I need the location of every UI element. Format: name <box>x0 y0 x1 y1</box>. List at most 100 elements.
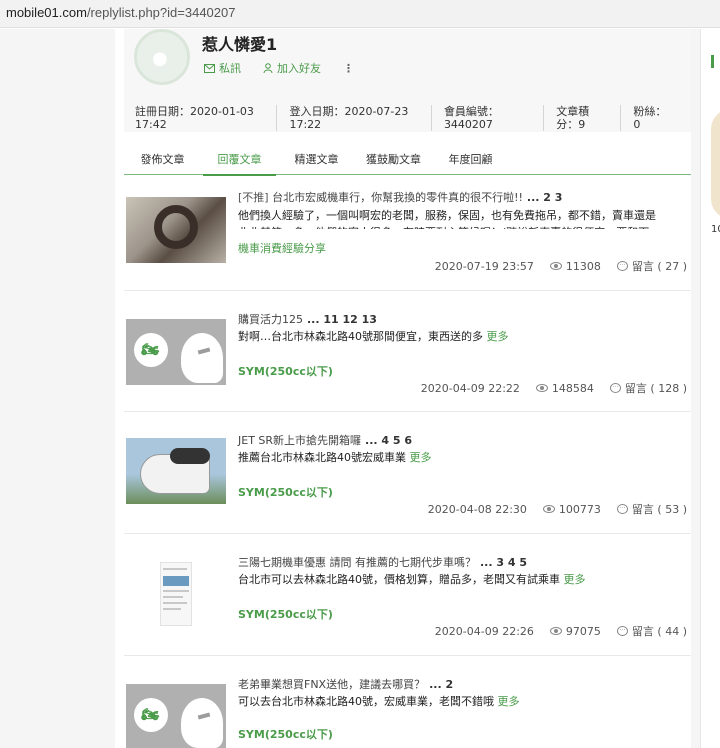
avatar[interactable]: ● <box>134 29 190 85</box>
post-title[interactable]: 購買活力125 ... 11 12 13 <box>238 311 377 327</box>
post-views: 97075 <box>549 624 601 638</box>
post-title[interactable]: 三陽七期機車優惠 請問 有推薦的七期代步車嗎？ ... 3 4 5 <box>238 554 527 570</box>
post-category[interactable]: SYM(250cc以下) <box>238 484 333 500</box>
post-thumbnail[interactable]: 🏍 <box>126 684 226 748</box>
post-views-count: 148584 <box>551 381 594 395</box>
post-category[interactable]: 機車消費經驗分享 <box>238 240 326 256</box>
post-thumbnail[interactable]: 🏍 <box>126 319 226 385</box>
post-title-text: 台北市宏威機車行，你幫我換的零件真的很不行啦!! <box>272 191 523 204</box>
tab-encouraged[interactable]: 獲鼓勵文章 <box>355 147 432 175</box>
tab-replies[interactable]: 回覆文章 <box>201 147 278 176</box>
post-title-text: 三陽七期機車優惠 請問 有推薦的七期代步車嗎？ <box>238 556 476 569</box>
stat-points: 文章積分：9 <box>556 105 622 131</box>
post-meta: 2020-04-09 22:26 97075 ··· 留言 ( 44 ) <box>435 623 687 639</box>
thumbnail-image <box>154 205 198 249</box>
mail-icon <box>204 63 215 73</box>
stat-registered: 註冊日期：2020-01-03 17:42 <box>135 105 278 131</box>
left-gutter <box>0 29 115 748</box>
profile-stats: 註冊日期：2020-01-03 17:42 登入日期：2020-07-23 17… <box>135 105 691 131</box>
post-replies[interactable]: ··· 留言 ( 53 ) <box>616 501 687 517</box>
thumbnail-line <box>163 568 187 570</box>
post-title[interactable]: [不推] 台北市宏威機車行，你幫我換的零件真的很不行啦!! ... 2 3 <box>238 189 562 205</box>
profile-actions: 私訊 加入好友 ⋮ <box>204 60 354 76</box>
post-thumbnail[interactable] <box>126 560 226 626</box>
post-pages[interactable]: ... 4 5 6 <box>365 434 412 447</box>
eye-icon <box>542 505 555 513</box>
post-views: 100773 <box>542 502 601 516</box>
more-link[interactable]: 更多 <box>410 451 432 464</box>
tab-yearly-review[interactable]: 年度回顧 <box>432 147 509 175</box>
placeholder-figure <box>181 698 223 748</box>
post-views-count: 100773 <box>558 502 601 516</box>
post-pages[interactable]: ... 2 3 <box>527 191 563 204</box>
post-snippet: 可以去台北市林森北路40號，宏威車業，老闆不錯哦 更多 <box>238 693 658 710</box>
post-date: 2020-04-09 22:26 <box>434 624 534 638</box>
message-button[interactable]: 私訊 <box>204 60 241 76</box>
right-sidebar-card[interactable]: 10 <box>700 29 720 748</box>
post-views: 148584 <box>535 381 594 395</box>
list-item[interactable]: [不推] 台北市宏威機車行，你幫我換的零件真的很不行啦!! ... 2 3 他們換… <box>124 179 691 291</box>
post-views-count: 97075 <box>565 624 601 638</box>
list-item[interactable]: 🏍 老弟畢業想買FNX送他，建議去哪買？... 2 可以去台北市林森北路40號，… <box>124 656 691 748</box>
sidebar-accent-bar <box>711 55 714 68</box>
list-item[interactable]: JET SR新上市搶先開箱囉... 4 5 6 推薦台北市林森北路40號宏威車業… <box>124 412 691 534</box>
comment-icon: ··· <box>616 626 628 636</box>
post-replies-count: 留言 ( 44 ) <box>631 625 687 638</box>
post-replies-count: 留言 ( 128 ) <box>624 382 687 395</box>
stat-last-login: 登入日期：2020-07-23 17:22 <box>289 105 432 131</box>
sidebar-teaser-image[interactable] <box>711 109 720 219</box>
more-menu-icon[interactable]: ⋮ <box>343 62 354 75</box>
add-friend-button[interactable]: 加入好友 <box>263 60 321 76</box>
post-date: 2020-07-19 23:57 <box>434 259 534 273</box>
stat-fans: 粉絲：0 <box>633 105 667 131</box>
post-thumbnail[interactable] <box>126 438 226 504</box>
post-title-text: 老弟畢業想買FNX送他，建議去哪買？ <box>238 678 426 691</box>
profile-header: ● 惹人憐愛1 私訊 加入好友 ⋮ 註冊日期：2020-01-03 17:42 … <box>124 29 691 132</box>
post-category[interactable]: SYM(250cc以下) <box>238 363 333 379</box>
post-date: 2020-04-09 22:22 <box>420 381 520 395</box>
more-link[interactable]: 更多 <box>498 695 520 708</box>
message-label: 私訊 <box>219 62 241 75</box>
browser-address-bar[interactable]: mobile01.com/replylist.php?id=3440207 <box>0 0 720 28</box>
list-item[interactable]: 三陽七期機車優惠 請問 有推薦的七期代步車嗎？ ... 3 4 5 台北市可以去林… <box>124 534 691 656</box>
post-title[interactable]: 老弟畢業想買FNX送他，建議去哪買？... 2 <box>238 676 453 692</box>
post-snippet: 他們換人經驗了，一個叫啊宏的老闆，服務，保固，也有免費拖吊，都不錯，賣車還是北北… <box>238 207 658 229</box>
post-replies[interactable]: ··· 留言 ( 44 ) <box>616 623 687 639</box>
list-item[interactable]: 🏍 購買活力125 ... 11 12 13 對啊…台北市林森北路40號那間便宜，… <box>124 291 691 412</box>
post-title-text: JET SR新上市搶先開箱囉 <box>238 434 362 447</box>
user-icon <box>263 63 273 73</box>
post-views: 11308 <box>549 260 601 273</box>
post-replies[interactable]: ··· 留言 ( 128 ) <box>609 380 687 396</box>
post-title[interactable]: JET SR新上市搶先開箱囉... 4 5 6 <box>238 432 412 448</box>
post-thumbnail[interactable] <box>126 197 226 263</box>
post-date: 2020-04-08 22:30 <box>427 502 527 516</box>
tab-featured[interactable]: 精選文章 <box>278 147 355 175</box>
eye-icon <box>535 384 548 392</box>
thumbnail-figure <box>163 576 189 586</box>
post-pages[interactable]: ... 3 4 5 <box>480 556 527 569</box>
post-pages[interactable]: ... 2 <box>429 678 453 691</box>
post-pages[interactable]: ... 11 12 13 <box>307 313 377 326</box>
url-text[interactable]: mobile01.com/replylist.php?id=3440207 <box>6 5 235 20</box>
more-link[interactable]: 更多 <box>487 330 509 343</box>
post-replies[interactable]: ··· 留言 ( 27 ) <box>616 258 687 274</box>
tab-posts[interactable]: 發佈文章 <box>124 147 201 175</box>
stat-member-id: 會員編號：3440207 <box>444 105 545 131</box>
post-snippet: 推薦台北市林森北路40號宏威車業 更多 <box>238 449 658 466</box>
thumbnail-seat <box>170 448 210 464</box>
main-content: ● 惹人憐愛1 私訊 加入好友 ⋮ 註冊日期：2020-01-03 17:42 … <box>124 29 691 748</box>
eye-icon <box>549 262 562 270</box>
username: 惹人憐愛1 <box>202 35 278 54</box>
motorcycle-icon: 🏍 <box>141 707 159 723</box>
post-category[interactable]: SYM(250cc以下) <box>238 606 333 622</box>
thumbnail-image <box>160 562 192 626</box>
comment-icon: ··· <box>609 383 621 393</box>
more-link[interactable]: 更多 <box>564 573 586 586</box>
sidebar-teaser-count: 10 <box>711 224 720 235</box>
post-replies-count: 留言 ( 27 ) <box>631 260 687 273</box>
url-host: mobile01.com <box>6 5 87 20</box>
url-path: /replylist.php?id=3440207 <box>86 5 236 20</box>
post-snippet: 對啊…台北市林森北路40號那間便宜，東西送的多 更多 <box>238 328 658 345</box>
post-snippet: 台北市可以去林森北路40號，價格划算，贈品多，老闆又有試乘車 更多 <box>238 571 658 588</box>
post-category[interactable]: SYM(250cc以下) <box>238 726 333 742</box>
